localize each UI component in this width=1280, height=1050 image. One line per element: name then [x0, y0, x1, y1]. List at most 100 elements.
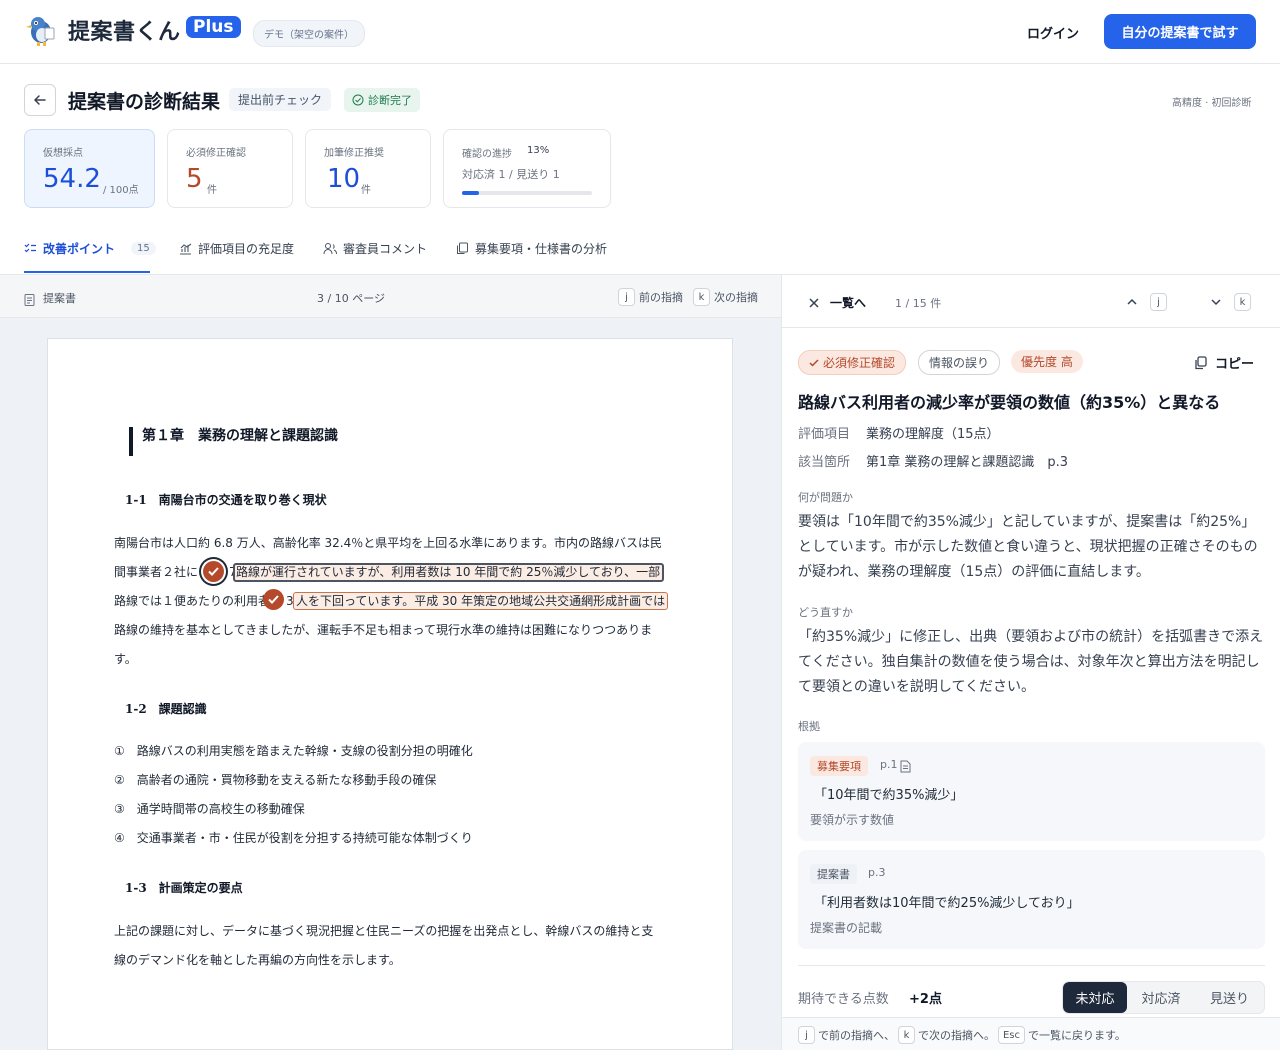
evidence-source-tag: 募集要項	[810, 756, 868, 776]
basis-label: 根拠	[798, 720, 820, 733]
fix-text: 「約35%減少」に修正し、出典（要領および市の統計）を括弧書きで添えてください。…	[798, 629, 1264, 695]
check-icon	[268, 595, 279, 604]
precheck-tag: 提出前チェック	[229, 88, 332, 111]
problem-label: 何が問題か	[798, 491, 853, 504]
diagnosis-meta: 高精度 · 初回診断	[1172, 98, 1252, 109]
evidence-quote: 「利用者数は10年間で約25%減少しており」	[814, 896, 1080, 911]
required-fix-label: 必須修正確認	[823, 356, 896, 370]
prev-finding-button[interactable]: j 前の指摘	[618, 288, 683, 306]
required-unit: 件	[207, 185, 217, 196]
close-icon	[809, 297, 819, 308]
recommended-label: 加筆修正推奨	[324, 148, 384, 159]
required-fix-chip: 必須修正確認	[798, 350, 907, 375]
keyboard-hint-bar: j で前の指摘へ、 k で次の指摘へ。 Esc で一覧に戻ります。	[782, 1017, 1280, 1050]
mascot-logo-icon	[25, 12, 57, 46]
document-page: 第１章 業務の理解と課題認識 1-1 南陽台市の交通を取り巻く現状 南陽台市は人…	[47, 338, 733, 1050]
score-value: 54.2	[43, 164, 101, 194]
evidence-card-requirements: 募集要項 p.1 「10年間で約35%減少」 要領が示す数値	[798, 742, 1265, 841]
document-icon	[24, 291, 35, 310]
evidence-card-proposal: 提案書 p.3 「利用者数は10年間で約25%減少しており」 提案書の記載	[798, 850, 1265, 949]
tab-evaluation-coverage[interactable]: 評価項目の充足度	[179, 240, 294, 257]
finding-detail-panel: 一覧へ 1 / 15 件 j k 必須修正確認 情報の誤り 優先度 高 コピー …	[781, 274, 1280, 1050]
problem-text: 要領は「10年間で約35%減少」と記していますが、提案書は「約25%」としていま…	[798, 514, 1258, 580]
list-item: ③ 通学時間帯の高校生の移動確保	[114, 802, 305, 816]
status-toggle: 未対応 対応済 見送り	[1062, 981, 1265, 1014]
recommended-unit: 件	[361, 185, 371, 196]
score-unit: / 100点	[103, 185, 139, 196]
document-label: 提案書	[43, 292, 76, 305]
arrow-left-icon	[33, 95, 46, 105]
evidence-quote: 「10年間で約35%減少」	[814, 788, 964, 803]
hint-text: で次の指摘へ。	[918, 1029, 995, 1042]
status-done-button[interactable]: 対応済	[1127, 982, 1195, 1013]
demo-pill: デモ（架空の案件）	[253, 20, 365, 47]
checklist-icon	[24, 243, 36, 253]
hint-text: で前の指摘へ、	[818, 1029, 895, 1042]
list-item: ② 高齢者の通院・買物移動を支える新たな移動手段の確保	[114, 773, 437, 787]
expected-gain-value: +2点	[909, 992, 942, 1007]
tab-requirements-analysis[interactable]: 募集要項・仕様書の分析	[456, 240, 607, 257]
criterion-key: 評価項目	[798, 427, 851, 442]
users-icon	[323, 243, 337, 255]
status-open-button[interactable]: 未対応	[1063, 982, 1127, 1013]
open-source-doc-icon[interactable]	[900, 758, 911, 777]
page-title: 提案書の診断結果	[68, 91, 221, 113]
try-own-proposal-button[interactable]: 自分の提案書で試す	[1104, 14, 1256, 49]
previous-finding-button[interactable]: j	[1126, 293, 1167, 311]
tab-improvement-points[interactable]: 改善ポイント 15	[24, 240, 156, 257]
section-heading-1-1: 1-1 南陽台市の交通を取り巻く現状	[125, 493, 327, 507]
section-heading-1-3: 1-3 計画策定の要点	[125, 881, 243, 895]
section-heading-1-2: 1-2 課題認識	[125, 702, 207, 716]
paragraph-line: 間事業者２社に	[114, 565, 199, 579]
next-finding-label: 次の指摘	[714, 291, 758, 304]
criterion-value: 業務の理解度（15点）	[866, 427, 1000, 442]
progress-detail: 対応済 1 / 見送り 1	[462, 168, 560, 181]
back-to-list-button[interactable]: 一覧へ	[808, 294, 866, 311]
score-card: 仮想採点 54.2 / 100点	[24, 129, 155, 208]
back-button[interactable]	[24, 84, 56, 116]
check-icon	[809, 358, 819, 367]
tab-active-underline	[24, 271, 150, 273]
progress-label: 確認の進捗	[462, 149, 512, 160]
evidence-note: 提案書の記載	[810, 921, 883, 935]
paragraph-line: 線のデマンド化を軸とした再編の方向性を示します。	[114, 953, 401, 967]
check-circle-icon	[352, 94, 364, 106]
next-finding-nav-button[interactable]: k	[1210, 293, 1251, 311]
chart-icon	[180, 243, 192, 255]
diagnosis-done-label: 診断完了	[368, 94, 412, 107]
down-key-hint: k	[1234, 293, 1251, 311]
evidence-page: p.1	[880, 758, 898, 771]
copy-icon	[1195, 355, 1207, 369]
paragraph-line: 路線の維持を基本としてきましたが、運転手不足も相まって現行水準の維持は困難になり…	[114, 623, 653, 637]
login-button[interactable]: ログイン	[1027, 23, 1079, 42]
divider	[798, 965, 1265, 966]
chapter-bar	[129, 427, 133, 456]
finding-marker-active[interactable]	[203, 561, 224, 582]
issue-type-chip: 情報の誤り	[918, 350, 1001, 375]
tab-reviewer-comments[interactable]: 審査員コメント	[323, 240, 427, 257]
plus-badge: Plus	[186, 16, 241, 38]
paragraph-line: 上記の課題に対し、データに基づく現況把握と住民ニーズの把握を出発点とし、幹線バス…	[114, 924, 654, 938]
score-label: 仮想採点	[43, 148, 83, 159]
document-toolbar: 提案書 3 / 10 ページ j 前の指摘 k 次の指摘	[0, 274, 781, 318]
documents-icon	[457, 242, 468, 254]
prev-key-hint: j	[618, 288, 635, 306]
highlighted-text: 人を下回っています。平成 30 年策定の地域公共交通網形成計画では	[296, 594, 666, 608]
status-skip-button[interactable]: 見送り	[1195, 982, 1264, 1013]
copy-button[interactable]: コピー	[1194, 353, 1254, 372]
page-indicator: 3 / 10 ページ	[317, 292, 385, 305]
finding-marker[interactable]	[263, 589, 284, 610]
progress-card: 確認の進捗 13% 対応済 1 / 見送り 1	[443, 129, 611, 208]
tab-improvement-label: 改善ポイント	[43, 242, 116, 256]
top-header: 提案書くん Plus デモ（架空の案件） ログイン 自分の提案書で試す	[0, 0, 1280, 64]
hint-j-key: j	[798, 1026, 815, 1044]
evidence-note: 要領が示す数値	[810, 813, 895, 827]
priority-chip: 優先度 高	[1011, 350, 1083, 373]
list-item: ④ 交通事業者・市・住民が役割を分担する持続可能な体制づくり	[114, 831, 473, 845]
copy-label: コピー	[1215, 357, 1255, 372]
location-value: 第1章 業務の理解と課題認識 p.3	[866, 455, 1069, 470]
recommended-value: 10	[327, 164, 361, 194]
diagnosis-done-tag: 診断完了	[344, 88, 420, 112]
next-finding-button[interactable]: k 次の指摘	[693, 288, 758, 306]
recommended-card: 加筆修正推奨 10 件	[305, 129, 431, 208]
